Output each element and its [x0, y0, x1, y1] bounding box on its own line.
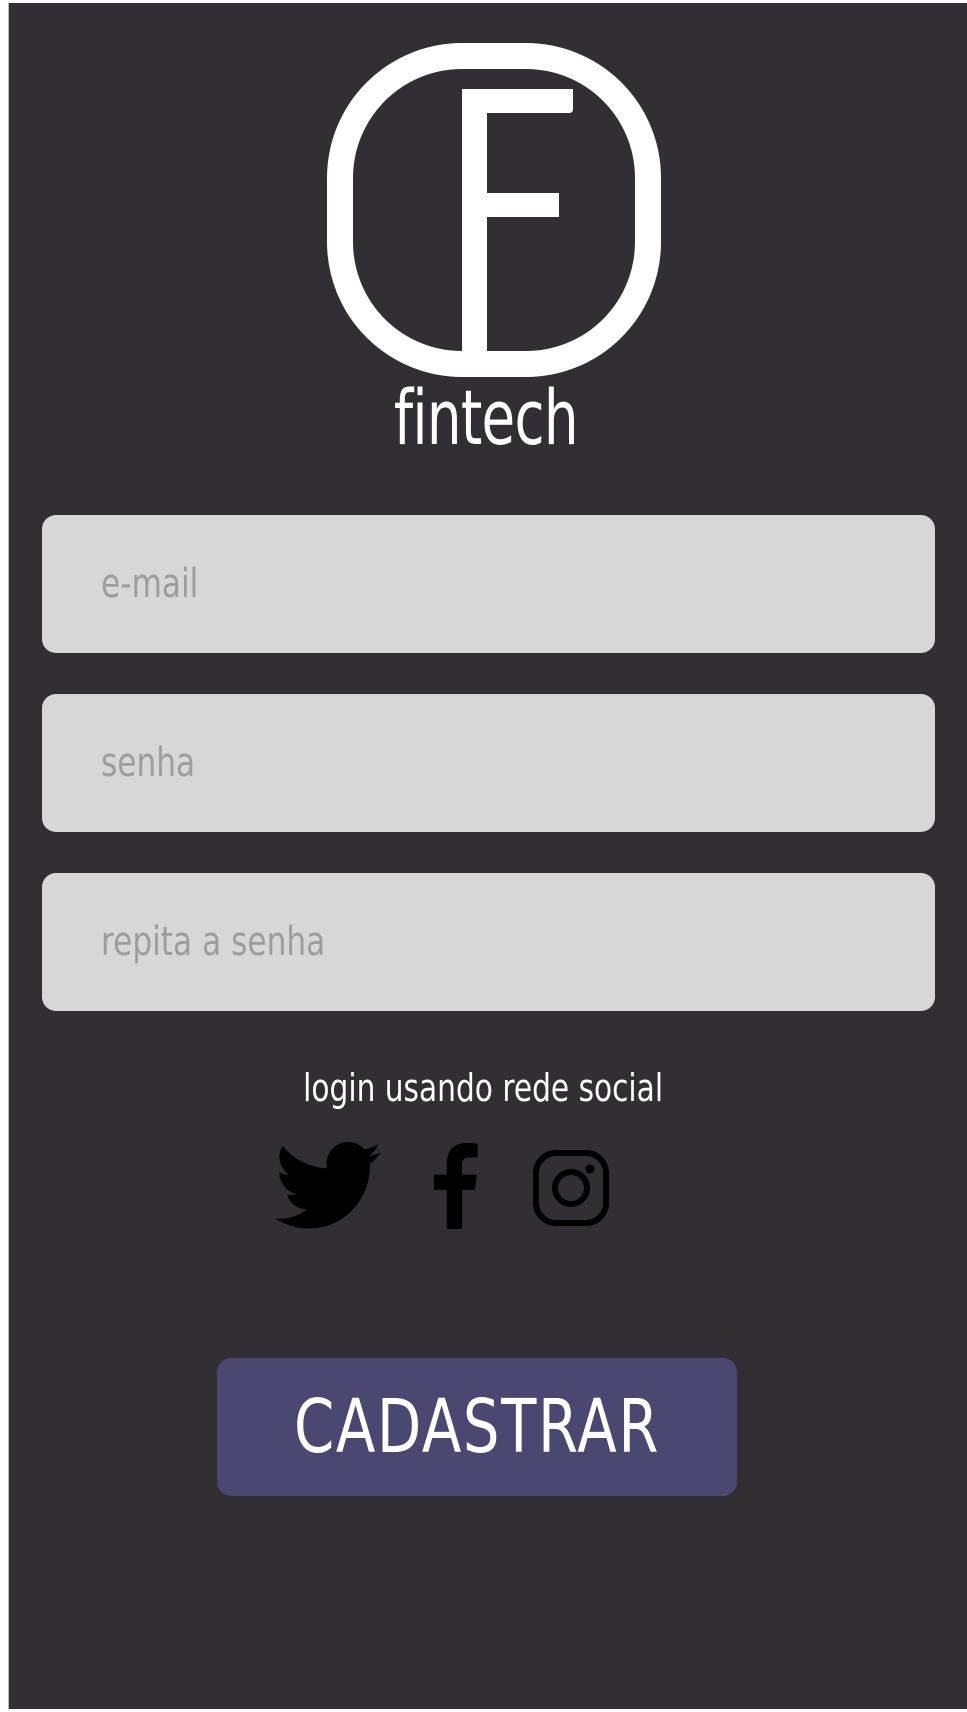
- email-placeholder: e-mail: [101, 561, 199, 607]
- repeat-password-field[interactable]: repita a senha: [42, 873, 935, 1011]
- signup-button[interactable]: CADASTRAR: [217, 1358, 737, 1496]
- repeat-password-placeholder: repita a senha: [101, 919, 326, 965]
- fintech-logo: [327, 43, 661, 377]
- instagram-icon[interactable]: [532, 1149, 610, 1227]
- brand-name: fintech: [393, 373, 579, 462]
- social-login-caption: login usando rede social: [303, 1066, 664, 1110]
- password-placeholder: senha: [101, 740, 196, 786]
- password-field[interactable]: senha: [42, 694, 935, 832]
- twitter-icon[interactable]: [275, 1141, 381, 1231]
- facebook-icon[interactable]: [429, 1143, 481, 1229]
- signup-button-label: CADASTRAR: [293, 1384, 660, 1470]
- email-field[interactable]: e-mail: [42, 515, 935, 653]
- signup-screen: fintech e-mail senha repita a senha logi…: [8, 3, 967, 1709]
